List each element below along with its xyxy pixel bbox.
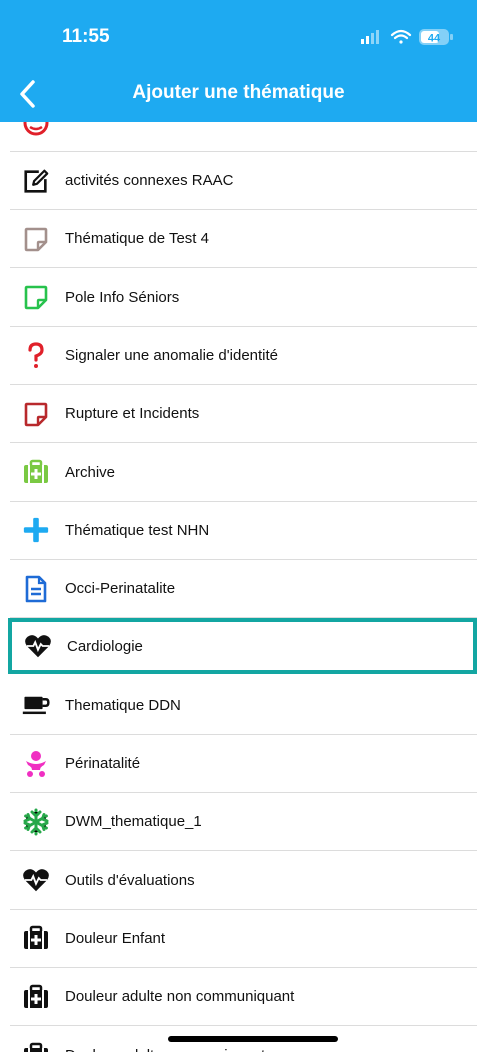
page-title: Ajouter une thématique — [132, 82, 345, 103]
document-icon — [22, 575, 50, 603]
list-item-label: Douleur adulte communiquant — [65, 1047, 265, 1052]
list-item-label: Thématique de Test 4 — [65, 230, 209, 248]
list-item[interactable]: Outils d'évaluations — [10, 852, 477, 910]
list-item[interactable]: Thematique DDN — [10, 677, 477, 735]
list-item[interactable]: Cardiologie — [8, 618, 477, 675]
list-item-label: Pole Info Séniors — [65, 288, 180, 306]
list-item[interactable]: DWM_thematique_1 — [10, 793, 477, 852]
list-item-label: Archive — [65, 463, 116, 481]
list-item-label: Cardiologie — [67, 637, 143, 655]
list-item-label: Occi-Perinatalite — [65, 580, 176, 598]
wifi-icon — [390, 29, 412, 44]
list-item[interactable]: Rupture et Incidents — [10, 385, 477, 444]
list-item-label: DWM_thematique_1 — [65, 813, 202, 831]
medkit-icon — [22, 924, 50, 952]
list-item[interactable]: Archive — [10, 444, 477, 502]
thematique-list: activités connexes RAAC Thématique de Tes… — [0, 122, 477, 1052]
list-item[interactable]: Occi-Perinatalite — [10, 560, 477, 619]
list-item-label: Thematique DDN — [65, 696, 181, 714]
list-item[interactable]: Pole Info Séniors — [10, 269, 477, 327]
list-item-label: Signaler une anomalie d'identité — [65, 346, 279, 364]
list-item-label: Douleur adulte non communiquant — [65, 988, 295, 1006]
list-item[interactable]: Thématique de Test 4 — [10, 210, 477, 269]
list-item-label: activités connexes RAAC — [65, 172, 234, 189]
list-item-label: Périnatalité — [65, 755, 141, 772]
list-item-label: Douleur Enfant — [65, 929, 166, 947]
note-icon — [22, 283, 50, 311]
list-item[interactable]: Périnatalité — [10, 735, 477, 793]
list-item-label: Outils d'évaluations — [65, 871, 195, 889]
list-item-label: Rupture et Incidents — [65, 405, 200, 423]
list-item[interactable]: activités connexes RAAC — [10, 152, 477, 210]
battery-icon: 44 — [419, 29, 453, 45]
status-icons: 44 — [361, 27, 459, 47]
battery-level: 44 — [428, 33, 441, 45]
cellular-signal-icon — [361, 30, 379, 44]
circle-icon — [22, 122, 50, 137]
status-time: 11:55 — [62, 26, 110, 47]
medkit-icon — [22, 458, 50, 486]
list-item[interactable]: Douleur Enfant — [10, 910, 477, 968]
question-icon — [22, 341, 50, 369]
medkit-icon — [22, 1041, 50, 1052]
baby-icon — [22, 750, 50, 778]
list-item[interactable]: Thématique test NHN — [10, 502, 477, 560]
list-item[interactable]: Douleur adulte non communiquant — [10, 968, 477, 1027]
edit-icon — [22, 167, 50, 195]
list-item-label: Thématique test NHN — [65, 521, 210, 539]
snowflake-icon — [22, 808, 50, 836]
home-indicator — [168, 1036, 338, 1042]
note-icon — [22, 400, 50, 428]
note-icon — [22, 225, 50, 253]
list-item-partial[interactable] — [10, 122, 477, 152]
heartbeat-icon — [22, 866, 50, 894]
coffee-icon — [22, 691, 50, 719]
medkit-icon — [22, 983, 50, 1011]
heartbeat-icon — [24, 632, 52, 660]
list-item[interactable]: Signaler une anomalie d'identité — [10, 327, 477, 385]
plus-icon — [22, 516, 50, 544]
app-header: 11:55 44 Ajouter une thématique — [0, 0, 477, 122]
